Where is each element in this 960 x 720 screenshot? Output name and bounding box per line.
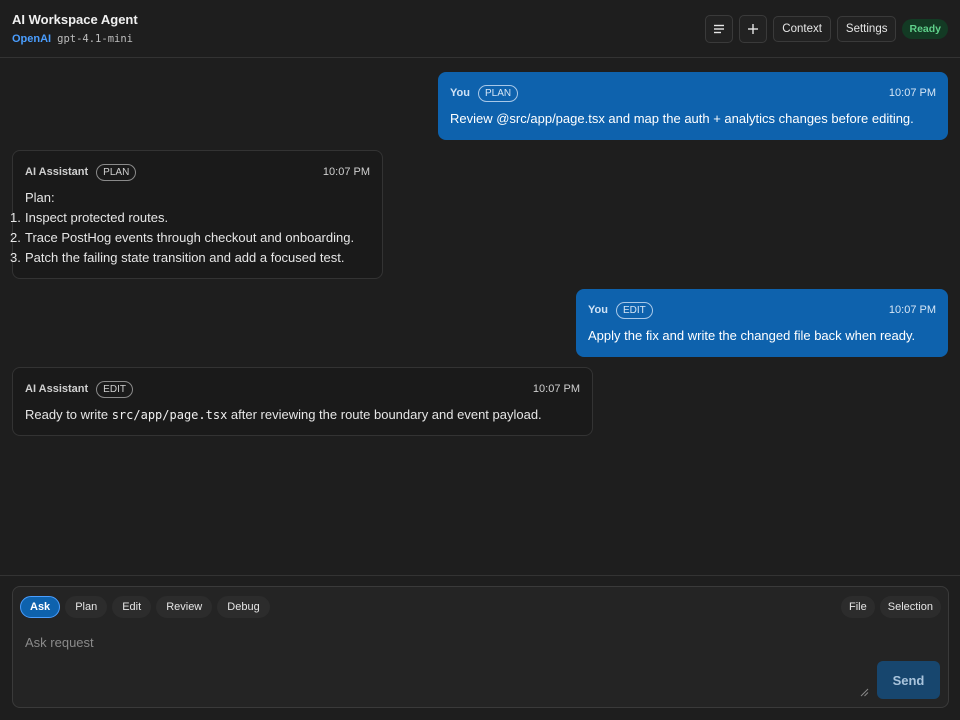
message-text: Plan: 1. Inspect protected routes. 2. Trac…	[10, 188, 355, 268]
plan-step-text: Inspect protected routes.	[25, 210, 169, 225]
app-title: AI Workspace Agent	[12, 12, 138, 27]
plan-step-text: Trace PostHog events through checkout an…	[25, 230, 355, 245]
message-time: 10:07 PM	[888, 87, 936, 99]
settings-button[interactable]: Settings	[836, 16, 897, 42]
attach-file-button[interactable]: File	[841, 596, 875, 618]
attach-selection-button[interactable]: Selection	[879, 596, 941, 618]
app-header: AI Workspace Agent OpenAI gpt-4.1-mini C…	[0, 0, 960, 58]
mode-badge: PLAN	[96, 163, 137, 181]
composer: Ask Plan Edit Review Debug File Selectio…	[12, 586, 949, 708]
plus-icon	[748, 24, 759, 34]
message-author: You	[588, 304, 608, 316]
message-text: Review @src/app/page.tsx and map the aut…	[450, 111, 914, 126]
mode-tab-edit[interactable]: Edit	[112, 596, 152, 618]
mode-tabs: Ask Plan Edit Review Debug	[20, 596, 270, 618]
message-header: AI Assistant PLAN 10:07 PM	[25, 163, 370, 181]
mode-badge: PLAN	[477, 84, 519, 102]
prompt-input[interactable]	[14, 631, 870, 699]
history-button[interactable]	[705, 15, 734, 43]
message-text: Apply the fix and write the changed file…	[588, 328, 916, 343]
plan-step-number: 2.	[10, 230, 21, 245]
model-info: OpenAI gpt-4.1-mini	[12, 33, 133, 45]
mode-badge: EDIT	[615, 301, 653, 319]
plan-step: 1. Inspect protected routes.	[10, 208, 354, 228]
message-text: Ready to write src/app/page.tsx after re…	[25, 405, 542, 425]
message-user: You PLAN 10:07 PM Review @src/app/page.t…	[438, 72, 948, 140]
provider-name: OpenAI	[12, 33, 52, 45]
message-time: 10:07 PM	[532, 383, 580, 395]
resize-grip-icon[interactable]	[859, 687, 869, 697]
mode-tab-debug[interactable]: Debug	[217, 596, 270, 618]
plan-step-text: Patch the failing state transition and a…	[25, 250, 345, 265]
message-header: You EDIT 10:07 PM	[588, 301, 936, 319]
message-text-after: after reviewing the route boundary and e…	[227, 407, 542, 422]
mode-tab-ask[interactable]: Ask	[20, 596, 61, 618]
message-header: AI Assistant EDIT 10:07 PM	[25, 380, 580, 398]
message-author: You	[450, 87, 470, 99]
plan-intro: Plan:	[25, 190, 55, 205]
model-name: gpt-4.1-mini	[57, 33, 133, 45]
inline-code-path: src/app/page.tsx	[111, 408, 228, 422]
plan-step-number: 3.	[10, 250, 21, 265]
plan-step: 3. Patch the failing state transition and…	[10, 248, 354, 268]
plan-steps: 1. Inspect protected routes. 2. Trace Post…	[10, 208, 355, 268]
message-time: 10:07 PM	[888, 304, 936, 316]
message-assistant: AI Assistant PLAN 10:07 PM Plan: 1. Inspe…	[10, 150, 383, 279]
message-author: AI Assistant	[25, 383, 89, 395]
message-header: You PLAN 10:07 PM	[450, 84, 936, 102]
list-icon	[714, 24, 725, 34]
plan-step-number: 1.	[10, 210, 21, 225]
send-button[interactable]: Send	[877, 661, 940, 699]
message-author: AI Assistant	[25, 166, 89, 178]
context-button[interactable]: Context	[773, 16, 831, 42]
mode-tab-review[interactable]: Review	[156, 596, 213, 618]
new-chat-button[interactable]	[739, 15, 768, 43]
message-time: 10:07 PM	[322, 166, 370, 178]
message-user: You EDIT 10:07 PM Apply the fix and writ…	[576, 289, 948, 357]
mode-tab-plan[interactable]: Plan	[65, 596, 108, 618]
plan-step: 2. Trace PostHog events through checkout …	[10, 228, 355, 248]
message-assistant: AI Assistant EDIT 10:07 PM Ready to writ…	[12, 367, 593, 436]
message-text-before: Ready to write	[25, 407, 112, 422]
mode-badge: EDIT	[96, 380, 133, 398]
header-actions: Context Settings Ready	[705, 15, 948, 43]
attach-actions: File Selection	[841, 596, 941, 618]
status-badge: Ready	[902, 19, 948, 39]
